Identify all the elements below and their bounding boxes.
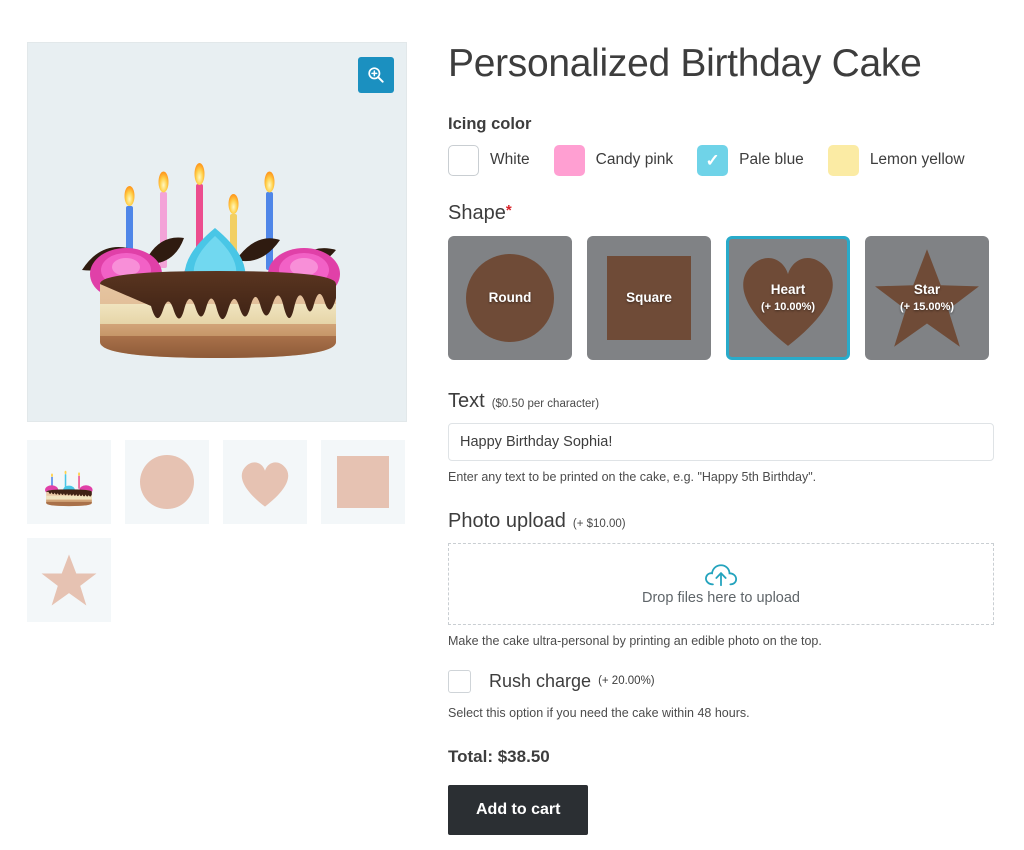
shape-tile-square-text: Square: [626, 289, 672, 307]
icing-swatch-white[interactable]: [448, 144, 479, 176]
shape-name-heart: Heart: [770, 282, 806, 298]
rush-charge-label: Rush charge: [489, 670, 592, 691]
photo-upload-label-row: Photo upload (+ $10.00): [448, 510, 994, 533]
shape-tile-square[interactable]: Square: [587, 235, 711, 360]
icing-option-pale-blue[interactable]: ✓ Pale blue: [697, 144, 804, 176]
shape-price-star: (+ 15.00%): [899, 300, 955, 313]
circle-icon: [140, 455, 194, 509]
text-field-label: Text: [448, 389, 485, 412]
thumbnail-round-shape[interactable]: [125, 440, 209, 524]
shape-label-row: Shape*: [448, 202, 994, 225]
rush-charge-checkbox[interactable]: [448, 669, 471, 693]
shape-tile-heart-text: Heart (+ 10.00%): [761, 281, 815, 314]
check-icon: ✓: [705, 150, 720, 170]
icing-option-white[interactable]: White: [448, 144, 530, 176]
text-field-label-row: Text ($0.50 per character): [448, 390, 994, 413]
thumbnail-star-shape[interactable]: [27, 538, 111, 622]
cloud-upload-icon: [705, 564, 738, 586]
product-details: Personalized Birthday Cake Icing color W…: [448, 42, 994, 835]
heart-icon: [241, 462, 289, 507]
icing-option-lemon-yellow[interactable]: Lemon yellow: [827, 144, 965, 176]
main-product-image[interactable]: [27, 42, 407, 422]
photo-upload-label: Photo upload: [448, 509, 566, 532]
required-marker: *: [505, 201, 512, 219]
thumbnail-list: [27, 440, 407, 622]
shape-tile-star[interactable]: Star (+ 15.00%): [865, 235, 989, 360]
shape-name-star: Star: [913, 282, 941, 298]
icing-option-candy-pink[interactable]: Candy pink: [553, 144, 674, 176]
rush-charge-price-note: (+ 20.00%): [598, 675, 655, 688]
icing-label-candy-pink: Candy pink: [595, 151, 674, 169]
icing-swatch-pale-blue[interactable]: ✓: [697, 144, 729, 176]
rush-charge-helper: Select this option if you need the cake …: [448, 705, 750, 720]
magnifier-plus-icon: [368, 67, 384, 83]
icing-swatch-lemon-yellow[interactable]: [827, 144, 859, 176]
shape-options: Round Square Heart (+ 10.00%) Star (+ 15…: [448, 235, 994, 360]
product-page: Personalized Birthday Cake Icing color W…: [0, 0, 1024, 850]
cake-text-input[interactable]: [448, 422, 994, 461]
star-icon: [41, 554, 97, 606]
shape-tile-heart[interactable]: Heart (+ 10.00%): [726, 235, 850, 360]
shape-tile-star-text: Star (+ 15.00%): [900, 281, 954, 314]
product-gallery: [27, 42, 407, 622]
shape-tile-round-text: Round: [489, 289, 532, 307]
zoom-in-button[interactable]: [358, 57, 394, 93]
thumbnail-heart-shape[interactable]: [223, 440, 307, 524]
shape-label: Shape: [448, 201, 506, 224]
thumbnail-cake-photo[interactable]: [27, 440, 111, 524]
icing-label-pale-blue: Pale blue: [739, 151, 804, 169]
shape-tile-round[interactable]: Round: [448, 235, 572, 360]
rush-charge-row[interactable]: Rush charge (+ 20.00%): [448, 669, 994, 693]
photo-upload-price-note: (+ $10.00): [572, 517, 626, 530]
shape-name-round: Round: [488, 289, 532, 305]
cake-illustration: [28, 43, 406, 421]
shape-price-heart: (+ 10.00%): [760, 300, 816, 313]
icing-label-lemon-yellow: Lemon yellow: [869, 151, 965, 169]
text-field-price-note: ($0.50 per character): [491, 397, 600, 410]
icing-color-options: White Candy pink ✓ Pale blue Lemon yello…: [448, 144, 994, 176]
dropzone-text: Drop files here to upload: [642, 589, 800, 606]
page-title: Personalized Birthday Cake: [448, 42, 922, 85]
add-to-cart-button[interactable]: Add to cart: [448, 784, 589, 835]
text-field-helper: Enter any text to be printed on the cake…: [448, 469, 817, 484]
icing-swatch-candy-pink[interactable]: [553, 144, 585, 176]
total-price: Total: $38.50: [448, 746, 550, 766]
photo-upload-helper: Make the cake ultra-personal by printing…: [448, 633, 822, 648]
shape-name-square: Square: [626, 289, 672, 305]
photo-dropzone[interactable]: Drop files here to upload: [448, 542, 994, 625]
icing-color-label: Icing color: [448, 114, 532, 133]
icing-label-white: White: [490, 151, 530, 169]
square-icon: [337, 456, 389, 508]
thumbnail-square-shape[interactable]: [321, 440, 405, 524]
